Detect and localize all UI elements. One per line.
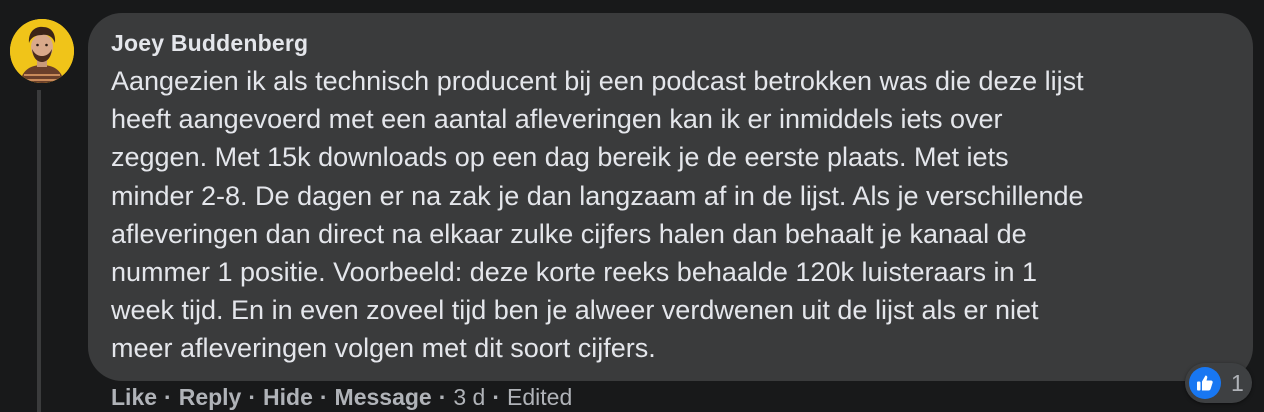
- reaction-summary[interactable]: 1: [1185, 363, 1252, 403]
- like-button[interactable]: Like: [111, 384, 157, 410]
- reaction-count: 1: [1231, 369, 1244, 396]
- comment-line: nummer 1 positie. Voorbeeld: deze korte …: [111, 257, 1038, 288]
- comment-line: meer afleveringen volgen met dit soort c…: [111, 333, 656, 364]
- avatar-portrait: [10, 19, 74, 83]
- thread-connector-line: [37, 90, 41, 412]
- thumbs-up-icon: [1189, 367, 1221, 399]
- comment-thread: Joey Buddenberg Aangezien ik als technis…: [0, 0, 1264, 412]
- message-button[interactable]: Message: [335, 384, 432, 410]
- edited-label[interactable]: Edited: [507, 384, 572, 410]
- comment-line: afleveringen dan direct na elkaar zulke …: [111, 218, 1027, 249]
- separator: ·: [248, 384, 257, 410]
- comment-line: minder 2-8. De dagen er na zak je dan la…: [111, 180, 1084, 211]
- comment-actions: Like · Reply · Hide · Message · 3 d · Edited: [111, 384, 572, 411]
- comment-line: week tijd. En in even zoveel tijd ben je…: [111, 295, 1039, 326]
- comment-body: Aangezien ik als technisch producent bij…: [111, 62, 1231, 368]
- comment-line: zeggen. Met 15k downloads op een dag ber…: [111, 142, 1009, 173]
- comment-line: heeft aangevoerd met een aantal afleveri…: [111, 104, 1003, 135]
- comment-line: Aangezien ik als technisch producent bij…: [111, 66, 1084, 96]
- reply-button[interactable]: Reply: [179, 384, 242, 410]
- hide-button[interactable]: Hide: [263, 384, 313, 410]
- separator: ·: [438, 384, 447, 410]
- separator: ·: [492, 384, 501, 410]
- comment-timestamp[interactable]: 3 d: [453, 384, 485, 410]
- separator: ·: [319, 384, 328, 410]
- avatar[interactable]: [10, 19, 74, 83]
- comment-author-name[interactable]: Joey Buddenberg: [111, 30, 308, 57]
- separator: ·: [164, 384, 172, 410]
